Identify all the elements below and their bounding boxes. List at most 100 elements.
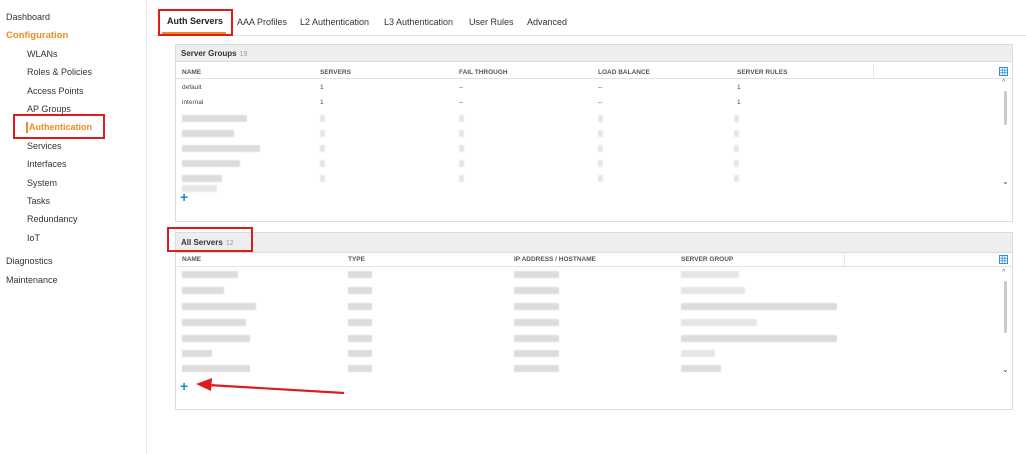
redacted-cell [320,160,325,167]
redacted-cell [182,287,224,294]
tab-auth-servers[interactable]: Auth Servers [167,16,223,26]
redacted-cell [681,350,715,357]
tab-l3-authentication[interactable]: L3 Authentication [384,17,453,27]
redacted-cell [348,335,372,342]
add-server-button[interactable]: + [180,379,188,393]
col-head-server-group[interactable]: SERVER GROUP [681,256,733,263]
tabs-divider [155,35,1026,36]
redacted-cell [182,319,246,326]
chevron-down-icon[interactable]: ⌄ [1002,365,1009,374]
all-servers-panel: All Servers 12 NAME TYPE IP ADDRESS / HOS… [175,232,1013,410]
header-rule [176,266,1012,267]
redacted-cell [348,350,372,357]
redacted-cell [681,365,721,372]
scroll-up-icon[interactable]: ^ [1002,79,1005,86]
redacted-cell [320,115,325,122]
server-groups-title-text: Server Groups [181,49,237,58]
sidebar-item-ap-groups[interactable]: AP Groups [27,104,71,114]
col-head-ip-address[interactable]: IP ADDRESS / HOSTNAME [514,256,596,263]
redacted-cell [598,160,603,167]
row-internal-fail-through: -- [459,99,464,106]
row-default-name[interactable]: default [182,84,202,91]
redacted-cell [681,271,739,278]
all-servers-title-text: All Servers [181,238,223,247]
sidebar-item-access-points[interactable]: Access Points [27,86,84,96]
col-head-name[interactable]: NAME [182,256,201,263]
sidebar: Dashboard Configuration WLANs Roles & Po… [0,0,147,454]
redacted-cell [182,365,250,372]
add-server-group-button[interactable]: + [180,190,188,204]
col-head-load-balance[interactable]: LOAD BALANCE [598,69,650,76]
redacted-cell [182,145,260,152]
row-default-fail-through: -- [459,84,464,91]
sidebar-item-wlans[interactable]: WLANs [27,49,58,59]
redacted-cell [182,175,222,182]
redacted-cell [348,303,372,310]
all-servers-count: 12 [225,240,234,247]
redacted-cell [514,303,559,310]
server-groups-count: 19 [239,51,248,58]
row-default-servers: 1 [320,84,324,91]
nav-configuration[interactable]: Configuration [6,30,68,41]
scrollbar-thumb[interactable] [1004,91,1007,125]
redacted-cell [459,145,464,152]
nav-maintenance[interactable]: Maintenance [6,275,58,285]
col-head-name[interactable]: NAME [182,69,201,76]
col-head-servers[interactable]: SERVERS [320,69,351,76]
redacted-cell [459,160,464,167]
redacted-cell [681,319,757,326]
redacted-cell [734,175,739,182]
col-divider [873,64,874,78]
redacted-cell [348,365,372,372]
redacted-cell [348,271,372,278]
col-head-server-rules[interactable]: SERVER RULES [737,69,787,76]
redacted-cell [734,115,739,122]
sidebar-item-authentication[interactable]: Authentication [29,122,92,132]
redacted-cell [182,130,234,137]
nav-diagnostics[interactable]: Diagnostics [6,256,53,266]
col-head-fail-through[interactable]: FAIL THROUGH [459,69,508,76]
nav-dashboard[interactable]: Dashboard [6,12,50,22]
row-internal-name[interactable]: internal [182,99,203,106]
redacted-cell [320,175,325,182]
sidebar-item-services[interactable]: Services [27,141,62,151]
tab-advanced[interactable]: Advanced [527,17,567,27]
redacted-cell [182,335,250,342]
redacted-cell [598,130,603,137]
redacted-cell [514,287,559,294]
sidebar-item-redundancy[interactable]: Redundancy [27,214,78,224]
col-head-type[interactable]: TYPE [348,256,365,263]
redacted-cell [514,319,559,326]
all-servers-header: All Servers 12 [176,233,1012,253]
tab-user-rules[interactable]: User Rules [469,17,514,27]
row-default-server-rules: 1 [737,84,741,91]
sidebar-item-system[interactable]: System [27,178,57,188]
redacted-cell [348,319,372,326]
sidebar-item-tasks[interactable]: Tasks [27,196,50,206]
redacted-cell [320,130,325,137]
sidebar-item-interfaces[interactable]: Interfaces [27,159,67,169]
redacted-cell [514,335,559,342]
scrollbar-thumb[interactable] [1004,281,1007,333]
row-internal-load-balance: -- [598,99,603,106]
redacted-cell [182,115,247,122]
col-divider [844,253,845,266]
redacted-cell [514,350,559,357]
server-groups-panel: Server Groups 19 NAME SERVERS FAIL THROUG… [175,44,1013,222]
redacted-cell [320,145,325,152]
all-servers-title: All Servers 12 [181,238,234,247]
table-settings-icon[interactable] [999,255,1008,264]
scroll-up-icon[interactable]: ^ [1002,269,1005,276]
tab-aaa-profiles[interactable]: AAA Profiles [237,17,287,27]
redacted-cell [734,145,739,152]
redacted-cell [681,287,745,294]
chevron-down-icon[interactable]: ⌄ [1002,177,1009,186]
table-settings-icon[interactable] [999,67,1008,76]
sidebar-item-roles-policies[interactable]: Roles & Policies [27,67,92,77]
selected-indicator [26,122,28,133]
sidebar-item-iot[interactable]: IoT [27,233,40,243]
redacted-cell [182,160,240,167]
redacted-cell [182,350,212,357]
tab-l2-authentication[interactable]: L2 Authentication [300,17,369,27]
redacted-cell [459,130,464,137]
